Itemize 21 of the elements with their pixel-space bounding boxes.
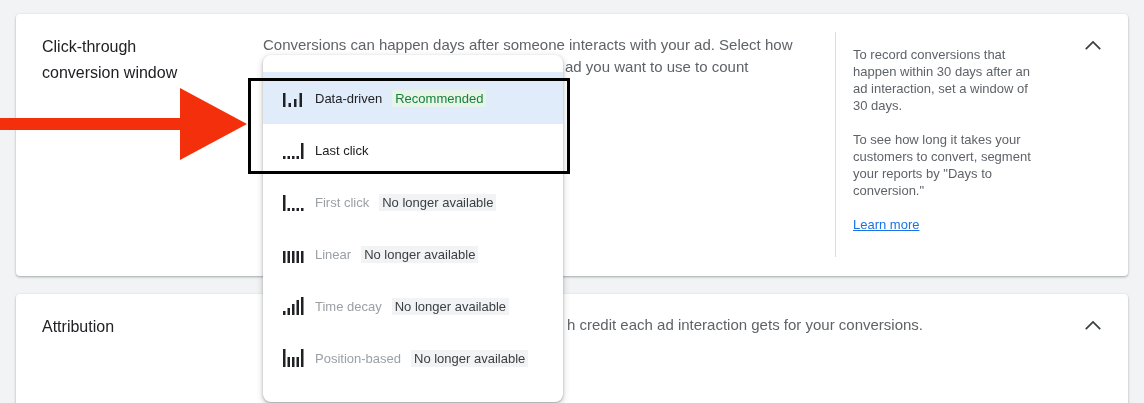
status-badge: Recommended	[392, 89, 487, 107]
menu-item[interactable]: Last click	[263, 124, 563, 176]
section-title: Click-through conversion window	[42, 37, 179, 83]
collapse-icon[interactable]	[1084, 320, 1102, 331]
status-badge: No longer available	[379, 193, 497, 211]
description-text: ad you want to use to count	[565, 57, 749, 77]
help-text: To see how long it takes your customers to convert, segment your reports by "Days to conversion."	[853, 131, 1032, 199]
status-badge: No longer available	[411, 349, 529, 367]
bars-icon	[283, 296, 305, 316]
description-text: h credit each ad interaction gets for your conversions.	[567, 315, 924, 335]
bars-icon	[283, 348, 305, 368]
description-text: Conversions can happen days after someone interacts with your ad. Select how	[263, 35, 793, 55]
collapse-icon[interactable]	[1084, 40, 1102, 51]
learn-more-link[interactable]: Learn more	[853, 217, 920, 232]
bars-icon	[283, 192, 305, 212]
status-badge: No longer available	[391, 297, 509, 315]
help-text: To record conversions that happen within 30 days after an ad interaction, set a window of 30 days.	[853, 46, 1032, 114]
bars-icon	[283, 140, 305, 160]
menu-item[interactable]: Data-driven Recommended	[263, 72, 563, 124]
status-badge: No longer available	[361, 245, 479, 263]
section-title: Attribution	[42, 317, 116, 337]
